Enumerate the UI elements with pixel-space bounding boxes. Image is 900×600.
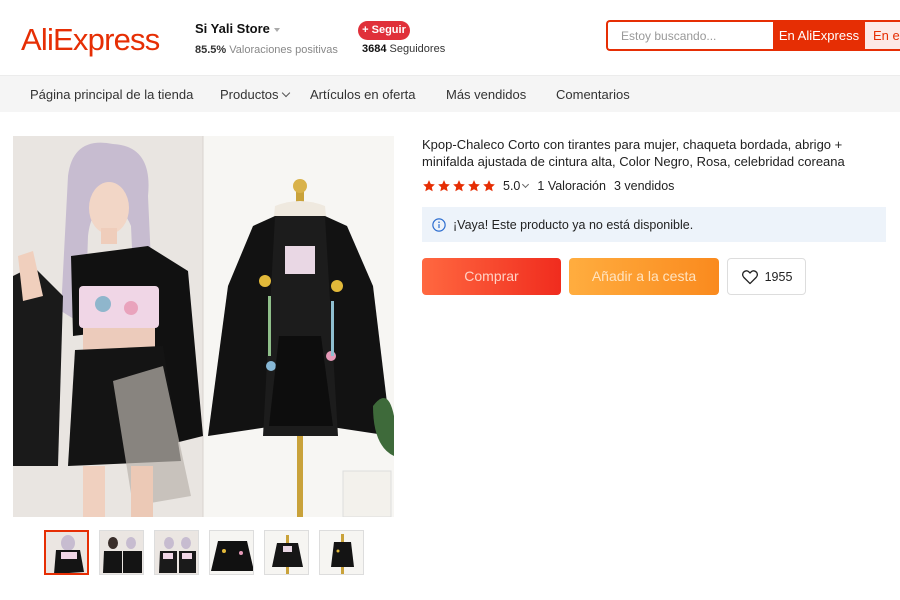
thumbnail-2[interactable] bbox=[99, 530, 144, 575]
product-photo bbox=[13, 136, 394, 517]
star-icon bbox=[468, 180, 480, 192]
nav-item-reviews[interactable]: Comentarios bbox=[556, 76, 630, 113]
nav-item-products[interactable]: Productos bbox=[220, 76, 290, 113]
wishlist-button[interactable]: 1955 bbox=[727, 258, 806, 295]
star-icon bbox=[438, 180, 450, 192]
rating-value[interactable]: 5.0 bbox=[503, 179, 520, 193]
search-input[interactable] bbox=[608, 22, 773, 49]
nav-item-products-label: Productos bbox=[220, 87, 279, 102]
reviews-count[interactable]: 1 Valoración bbox=[537, 179, 606, 193]
follow-button[interactable]: + Seguir bbox=[358, 21, 410, 40]
chevron-down-icon[interactable] bbox=[522, 180, 530, 188]
wishlist-count: 1955 bbox=[764, 269, 793, 284]
search-box bbox=[606, 20, 773, 51]
star-rating bbox=[422, 179, 497, 193]
thumbnail-image bbox=[46, 532, 87, 573]
thumbnail-image bbox=[155, 531, 198, 574]
thumbnail-image bbox=[100, 531, 143, 574]
nav-item-store-home[interactable]: Página principal de la tienda bbox=[30, 76, 193, 113]
nav-item-best-sellers[interactable]: Más vendidos bbox=[446, 76, 526, 113]
store-rating-label: Valoraciones positivas bbox=[229, 44, 338, 56]
thumbnail-image bbox=[265, 531, 308, 574]
store-nav: Página principal de la tienda Productos … bbox=[0, 75, 900, 112]
followers-count: 3684 Seguidores bbox=[362, 43, 445, 55]
rating-row: 5.0 1 Valoración 3 vendidos bbox=[422, 178, 674, 194]
heart-icon bbox=[741, 269, 758, 284]
notice-text: ¡Vaya! Este producto ya no está disponib… bbox=[453, 217, 694, 232]
nav-item-deals[interactable]: Artículos en oferta bbox=[310, 76, 416, 113]
product-title: Kpop-Chaleco Corto con tirantes para muj… bbox=[422, 137, 845, 169]
chevron-down-icon bbox=[273, 27, 280, 32]
site-header: AliExpress Si Yali Store 85.5% Valoracio… bbox=[0, 0, 900, 75]
followers-number: 3684 bbox=[362, 43, 387, 55]
aliexpress-logo[interactable]: AliExpress bbox=[21, 20, 160, 60]
unavailable-notice: ¡Vaya! Este producto ya no está disponib… bbox=[422, 207, 886, 242]
chevron-down-icon bbox=[281, 88, 290, 98]
thumbnail-image bbox=[210, 531, 253, 574]
add-to-cart-button[interactable]: Añadir a la cesta bbox=[569, 258, 719, 295]
thumbnail-5[interactable] bbox=[264, 530, 309, 575]
search-aliexpress-button[interactable]: En AliExpress bbox=[773, 20, 865, 51]
thumbnail-1[interactable] bbox=[44, 530, 89, 575]
info-icon bbox=[432, 217, 446, 232]
thumbnail-6[interactable] bbox=[319, 530, 364, 575]
store-name[interactable]: Si Yali Store bbox=[195, 21, 280, 36]
product-main-image[interactable] bbox=[13, 136, 394, 517]
store-name-label: Si Yali Store bbox=[195, 21, 270, 36]
thumbnail-image bbox=[320, 531, 363, 574]
star-icon bbox=[423, 180, 435, 192]
store-rating-percent: 85.5% bbox=[195, 44, 227, 56]
sold-count: 3 vendidos bbox=[613, 179, 675, 193]
thumbnail-3[interactable] bbox=[154, 530, 199, 575]
star-icon bbox=[483, 180, 495, 192]
followers-label: Seguidores bbox=[389, 43, 446, 55]
star-icon bbox=[453, 180, 465, 192]
search-store-button[interactable]: En es bbox=[865, 20, 900, 51]
buy-now-button[interactable]: Comprar bbox=[422, 258, 561, 295]
thumbnail-4[interactable] bbox=[209, 530, 254, 575]
store-rating: 85.5% Valoraciones positivas bbox=[195, 44, 338, 56]
